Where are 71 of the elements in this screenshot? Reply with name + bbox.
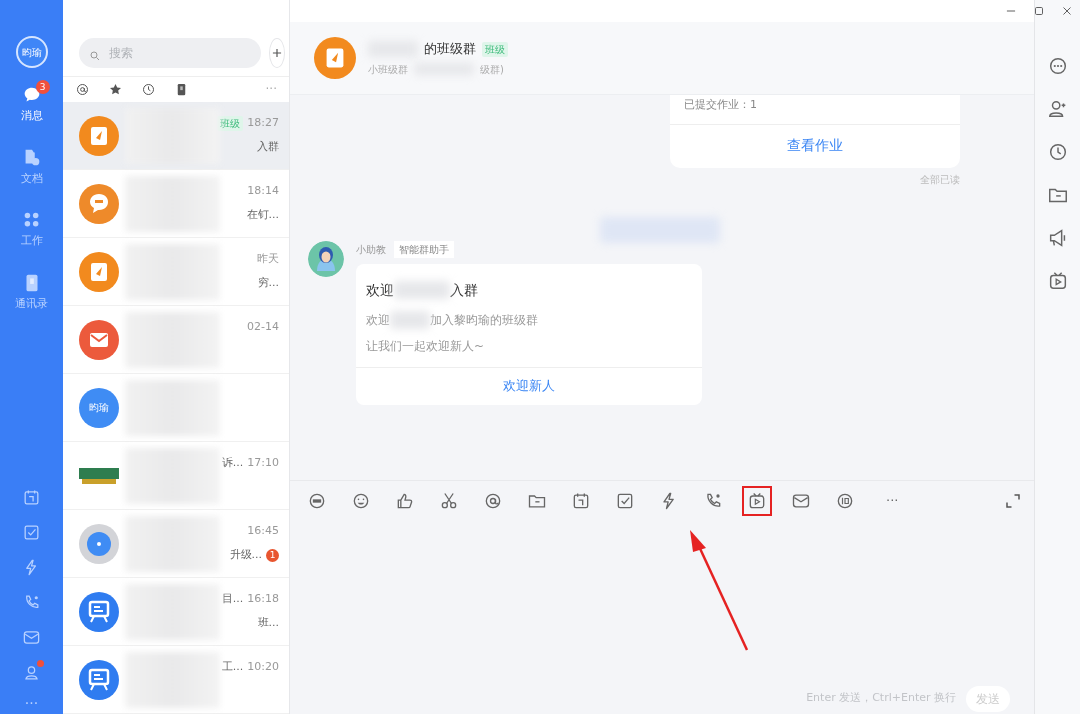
group-tag: 班级	[482, 41, 508, 57]
search-field[interactable]: 搜索	[79, 37, 261, 68]
nav-tab[interactable]: 文档	[7, 142, 56, 187]
conversation-title: 工...	[221, 659, 244, 676]
more-button[interactable]: ···	[886, 490, 899, 511]
message-preview: 升级...	[229, 547, 262, 564]
user-avatar[interactable]: 昀瑜	[15, 36, 48, 68]
nav-label: 文档	[20, 170, 43, 187]
conversation-item[interactable]: 18:14 在钉...	[63, 170, 289, 238]
welcome-button[interactable]: 欢迎新人	[356, 366, 702, 405]
at-sign-icon[interactable]	[75, 81, 90, 97]
scissors-icon	[439, 490, 459, 511]
message-time: 18:27	[247, 115, 279, 132]
message-time: 16:45	[247, 523, 279, 540]
card-title: 欢迎	[366, 280, 394, 300]
mail-icon[interactable]	[22, 628, 41, 647]
star-icon[interactable]	[108, 81, 123, 97]
message-time: 昨天	[257, 251, 279, 268]
message-time: 10:20	[247, 659, 279, 676]
person-icon[interactable]	[22, 663, 41, 682]
highlighted-tool-button[interactable]	[742, 485, 772, 516]
card-text: 欢迎	[366, 311, 390, 329]
homework-status: 已提交作业：1	[683, 97, 758, 113]
avatar: 昀瑜	[79, 387, 119, 428]
nav-label: 消息	[20, 108, 43, 124]
bot-tag: 智能群助手	[394, 240, 454, 258]
conversation-title: 目...	[221, 591, 244, 608]
assistant-avatar	[308, 240, 344, 277]
more-button[interactable]: ···	[24, 698, 39, 708]
message-preview: 入群	[257, 139, 279, 156]
conversation-item[interactable]: 诉... 17:10	[63, 442, 289, 510]
group-tag: 班级	[217, 116, 244, 131]
conversation-item[interactable]: 工... 10:20	[63, 646, 289, 714]
maximize-icon	[1032, 4, 1046, 18]
tv-icon	[747, 490, 767, 511]
clock-icon[interactable]	[141, 81, 156, 97]
sender-name: 小助教	[356, 242, 386, 257]
group-subtitle: 小班级群	[368, 62, 408, 77]
conversation-item[interactable]: 班级 18:27 入群	[63, 102, 289, 170]
message-preview: 在钉...	[246, 207, 279, 224]
nav-tab[interactable]: 消息 3	[7, 80, 56, 125]
unread-badge: 3	[35, 80, 50, 94]
nav-tab[interactable]: 工作	[7, 205, 56, 250]
conversation-item[interactable]: 02-14	[63, 306, 289, 374]
nav-label: 工作	[20, 233, 43, 249]
maximize-button[interactable]	[1032, 4, 1046, 18]
message-time: 18:14	[247, 183, 279, 200]
nav-tab[interactable]: 通讯录	[7, 267, 56, 312]
nav-label: 通讯录	[15, 295, 48, 312]
conversation-item[interactable]: 16:45 升级... 1	[63, 510, 289, 578]
conversation-item[interactable]: 目... 16:18 班...	[63, 578, 289, 646]
expand-icon[interactable]	[1004, 491, 1022, 510]
message-preview: 班...	[257, 615, 279, 632]
group-avatar	[314, 37, 356, 79]
card-title: 入群	[450, 280, 478, 300]
more-button[interactable]: ···	[265, 80, 277, 99]
conversation-item[interactable]: 昨天 穷...	[63, 238, 289, 306]
message-time: 17:10	[247, 455, 279, 472]
conversation-item[interactable]: 昀瑜	[63, 374, 289, 442]
card-text: 让我们一起欢迎新人~	[366, 337, 485, 355]
message-time: 02-14	[247, 319, 279, 336]
card-text: 加入黎昀瑜的班级群	[430, 311, 538, 329]
group-title: 的班级群	[424, 40, 476, 59]
unread-badge: 1	[266, 549, 279, 562]
message-time: 16:18	[247, 591, 279, 608]
add-button[interactable]	[269, 37, 285, 68]
conversation-title: 诉...	[221, 455, 244, 472]
group-subtitle: 级群)	[480, 62, 504, 77]
message-preview: 穷...	[257, 275, 279, 292]
view-homework-link[interactable]: 查看作业	[670, 123, 960, 168]
checkbox-icon[interactable]	[22, 523, 41, 542]
